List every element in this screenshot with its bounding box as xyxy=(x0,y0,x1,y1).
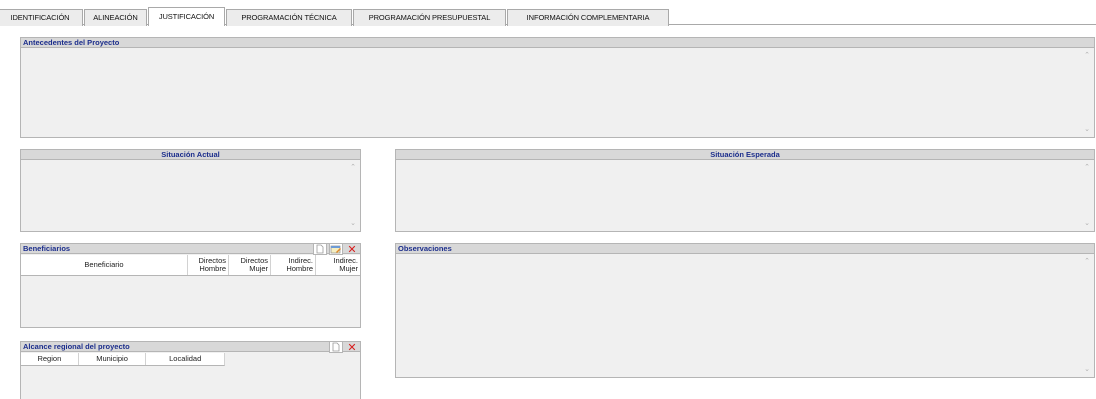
alcance-title: Alcance regional del proyecto xyxy=(21,342,360,352)
delete-x-icon[interactable]: ✕ xyxy=(345,243,359,255)
beneficiarios-panel: Beneficiarios ✕ Beneficiario Directos Ho… xyxy=(20,243,361,328)
alcance-panel: Alcance regional del proyecto ✕ Region M… xyxy=(20,341,361,399)
column-header-directos-mujer[interactable]: Directos Mujer xyxy=(229,255,271,275)
situacion-actual-panel: Situación Actual ⌃ ⌄ xyxy=(20,149,361,232)
new-document-icon[interactable] xyxy=(329,341,343,353)
scroll-down-arrow-icon[interactable]: ⌄ xyxy=(1084,126,1090,133)
antecedentes-textarea[interactable]: ⌃ ⌄ xyxy=(21,49,1094,137)
alcance-toolbar: ✕ xyxy=(329,341,359,353)
tab-identificacion[interactable]: IDENTIFICACIÓN xyxy=(0,9,83,26)
column-header-beneficiario[interactable]: Beneficiario xyxy=(21,255,188,275)
scroll-up-arrow-icon[interactable]: ⌃ xyxy=(1084,164,1090,171)
beneficiarios-toolbar: ✕ xyxy=(313,243,359,255)
scroll-up-arrow-icon[interactable]: ⌃ xyxy=(1084,258,1090,265)
scroll-down-arrow-icon[interactable]: ⌄ xyxy=(1084,366,1090,373)
tab-programacion-tecnica[interactable]: PROGRAMACIÓN TÉCNICA xyxy=(226,9,352,26)
situacion-esperada-textarea[interactable]: ⌃ ⌄ xyxy=(396,161,1094,231)
tab-justificacion[interactable]: JUSTIFICACIÓN xyxy=(148,7,225,26)
observaciones-textarea[interactable]: ⌃ ⌄ xyxy=(396,255,1094,377)
beneficiarios-grid-body[interactable] xyxy=(21,277,360,327)
alcance-grid-body[interactable] xyxy=(21,367,360,399)
observaciones-scrollbar[interactable]: ⌃ ⌄ xyxy=(1080,255,1094,377)
antecedentes-panel: Antecedentes del Proyecto ⌃ ⌄ xyxy=(20,37,1095,138)
tab-programacion-presupuestal[interactable]: PROGRAMACIÓN PRESUPUESTAL xyxy=(353,9,506,26)
column-header-directos-hombre[interactable]: Directos Hombre xyxy=(188,255,229,275)
beneficiarios-title: Beneficiarios xyxy=(21,244,360,254)
observaciones-panel: Observaciones ⌃ ⌄ xyxy=(395,243,1095,378)
column-header-municipio[interactable]: Municipio xyxy=(79,353,147,365)
column-header-indirec-mujer[interactable]: Indirec. Mujer xyxy=(316,255,360,275)
alcance-grid-header: Region Municipio Localidad xyxy=(21,353,225,366)
column-header-region[interactable]: Region xyxy=(21,353,79,365)
antecedentes-title: Antecedentes del Proyecto xyxy=(21,38,1094,48)
beneficiarios-grid-header: Beneficiario Directos Hombre Directos Mu… xyxy=(21,255,360,276)
delete-x-icon[interactable]: ✕ xyxy=(345,341,359,353)
tab-informacion-complementaria[interactable]: INFORMACIÓN COMPLEMENTARIA xyxy=(507,9,669,26)
scroll-down-arrow-icon[interactable]: ⌄ xyxy=(350,220,356,227)
scroll-up-arrow-icon[interactable]: ⌃ xyxy=(1084,52,1090,59)
tab-alineacion[interactable]: ALINEACIÓN xyxy=(84,9,147,26)
situacion-esperada-scrollbar[interactable]: ⌃ ⌄ xyxy=(1080,161,1094,231)
scroll-down-arrow-icon[interactable]: ⌄ xyxy=(1084,220,1090,227)
situacion-actual-title: Situación Actual xyxy=(21,150,360,160)
situacion-actual-scrollbar[interactable]: ⌃ ⌄ xyxy=(346,161,360,231)
tab-bar: IDENTIFICACIÓN ALINEACIÓN JUSTIFICACIÓN … xyxy=(0,7,1096,26)
situacion-esperada-panel: Situación Esperada ⌃ ⌄ xyxy=(395,149,1095,232)
column-header-indirec-hombre[interactable]: Indirec. Hombre xyxy=(271,255,316,275)
scroll-up-arrow-icon[interactable]: ⌃ xyxy=(350,164,356,171)
observaciones-title: Observaciones xyxy=(396,244,1094,254)
situacion-actual-textarea[interactable]: ⌃ ⌄ xyxy=(21,161,360,231)
new-document-icon[interactable] xyxy=(313,243,327,255)
situacion-esperada-title: Situación Esperada xyxy=(396,150,1094,160)
column-header-localidad[interactable]: Localidad xyxy=(146,353,224,365)
antecedentes-scrollbar[interactable]: ⌃ ⌄ xyxy=(1080,49,1094,137)
edit-record-icon[interactable] xyxy=(329,243,343,255)
